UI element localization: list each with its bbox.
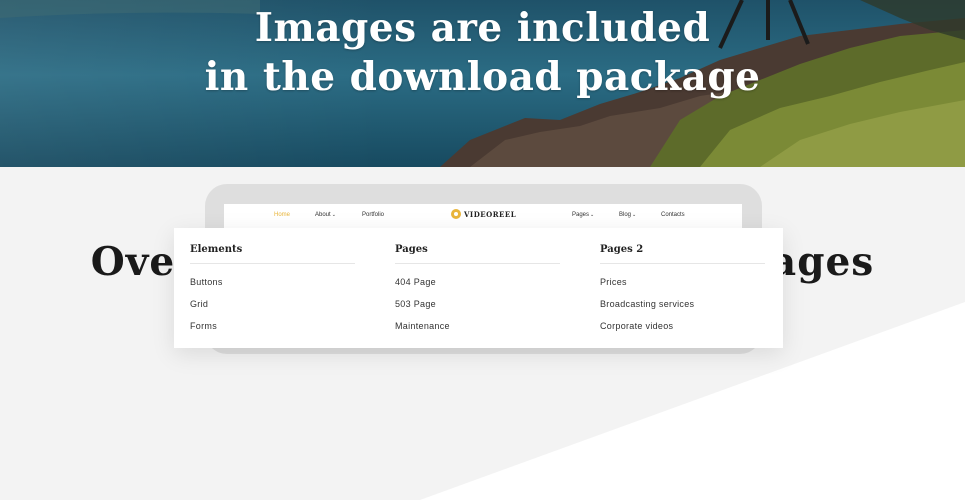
menu-item-forms[interactable]: Forms: [190, 321, 217, 331]
hero-title-line-1: Images are included: [254, 5, 711, 51]
nav-item-blog-label: Blog: [619, 212, 632, 218]
mockup-navbar: Home About⌄ Portfolio VIDEOREEL Pages⌄ B…: [224, 204, 742, 228]
nav-item-pages[interactable]: Pages⌄: [572, 212, 594, 218]
menu-column-heading: Pages: [395, 244, 560, 264]
menu-item-broadcasting-services[interactable]: Broadcasting services: [600, 299, 694, 309]
nav-item-about-label: About: [315, 212, 331, 218]
mockup-logo[interactable]: VIDEOREEL: [451, 209, 516, 219]
menu-item-prices[interactable]: Prices: [600, 277, 627, 287]
menu-item-buttons[interactable]: Buttons: [190, 277, 223, 287]
menu-item-corporate-videos[interactable]: Corporate videos: [600, 321, 673, 331]
chevron-down-icon: ⌄: [590, 212, 595, 218]
nav-item-pages-label: Pages: [572, 212, 590, 218]
logo-icon: [451, 209, 461, 219]
menu-column-heading: Elements: [190, 244, 355, 264]
hero-title-line-2: in the download package: [204, 54, 761, 100]
nav-item-about[interactable]: About⌄: [315, 212, 336, 218]
menu-item-maintenance[interactable]: Maintenance: [395, 321, 450, 331]
hero-banner: Images are included in the download pack…: [0, 0, 965, 167]
hero-title: Images are included in the download pack…: [0, 4, 965, 102]
pages-dropdown-menu: Elements Buttons Grid Forms Pages 404 Pa…: [174, 228, 783, 348]
menu-item-404-page[interactable]: 404 Page: [395, 277, 436, 287]
nav-item-home[interactable]: Home: [274, 212, 290, 218]
menu-item-grid[interactable]: Grid: [190, 299, 208, 309]
menu-item-503-page[interactable]: 503 Page: [395, 299, 436, 309]
nav-item-portfolio[interactable]: Portfolio: [362, 212, 384, 218]
chevron-down-icon: ⌄: [331, 212, 336, 218]
nav-item-contacts[interactable]: Contacts: [661, 212, 685, 218]
chevron-down-icon: ⌄: [632, 212, 637, 218]
menu-column-heading: Pages 2: [600, 244, 765, 264]
logo-text: VIDEOREEL: [464, 209, 517, 219]
nav-item-blog[interactable]: Blog⌄: [619, 212, 636, 218]
